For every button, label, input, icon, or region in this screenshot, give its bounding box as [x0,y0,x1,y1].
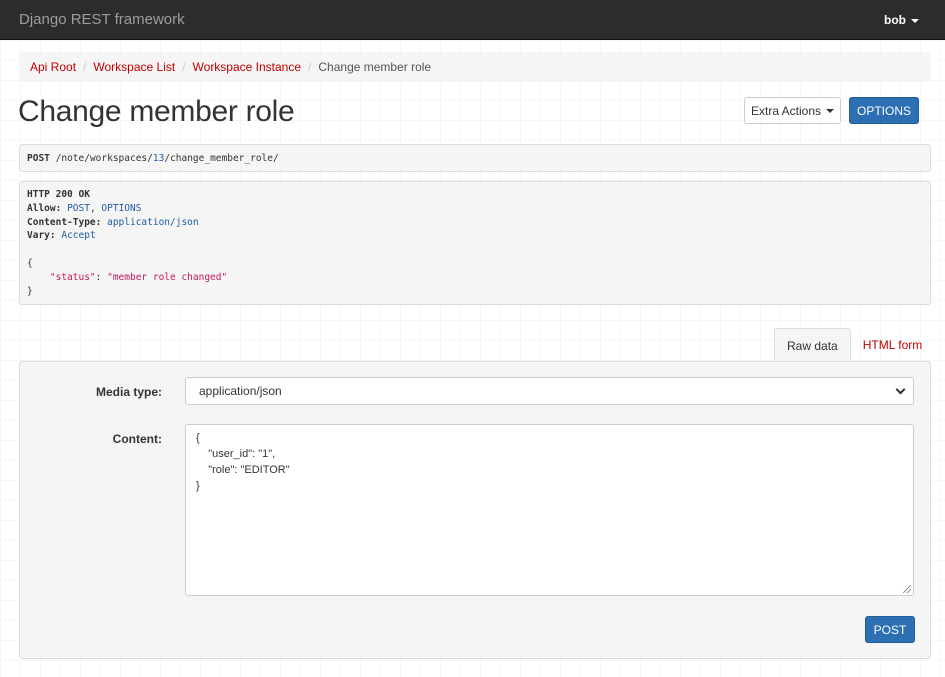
request-info: POST /note/workspaces/13/change_member_r… [19,144,931,172]
breadcrumb-api-root[interactable]: Api Root [30,60,76,74]
breadcrumb-separator: / [308,60,312,74]
breadcrumb-current: Change member role [318,60,432,74]
breadcrumb: Api Root / Workspace List / Workspace Instan… [19,52,931,82]
breadcrumb-workspace-instance[interactable]: Workspace Instance [193,60,302,74]
header-allow-key: Allow: [27,202,62,214]
json-close-brace: } [27,285,33,297]
chevron-down-icon [895,384,906,395]
extra-actions-button[interactable]: Extra Actions [744,97,841,124]
header-content-type-key: Content-Type: [27,216,102,228]
response-status: HTTP 200 OK [27,189,90,200]
header-vary-value: Accept [61,230,96,242]
resize-handle-icon[interactable] [903,585,911,593]
header-vary-key: Vary: [27,230,56,242]
breadcrumb-separator: / [182,60,186,74]
json-value-status: "member role changed" [107,271,228,283]
request-path-suffix: /change_member_role/ [164,153,279,164]
navbar: Django REST framework bob [0,0,945,40]
user-name: bob [884,13,906,27]
user-menu-dropdown[interactable]: bob [884,13,919,27]
raw-data-form: Media type: application/json Content: { … [19,361,931,659]
request-path-prefix: /note/workspaces/ [55,153,153,164]
page-title: Change member role [18,95,295,128]
caret-down-icon [911,18,919,23]
extra-actions-label: Extra Actions [750,103,822,118]
form-tabs: Raw data HTML form [774,328,935,363]
content-line: "user_id": "1", [196,448,276,460]
content-label: Content: [112,432,162,446]
request-method: POST [27,153,50,164]
json-colon: : [95,271,108,283]
tab-raw-data[interactable]: Raw data [774,328,851,363]
content-line: "role": "EDITOR" [196,464,290,476]
caret-down-icon [826,108,835,113]
json-key-status: "status" [49,271,96,283]
request-path-id: 13 [152,153,165,164]
post-button[interactable]: POST [865,616,915,643]
response-content: HTTP 200 OK Allow: POST, OPTIONS Content… [19,181,931,305]
options-button[interactable]: OPTIONS [849,97,919,124]
tab-html-form[interactable]: HTML form [851,328,935,362]
header-allow-post: POST [67,202,90,214]
header-allow-options: OPTIONS [101,202,142,214]
json-open-brace: { [27,257,33,269]
media-type-label: Media type: [95,385,162,399]
brand-link[interactable]: Django REST framework [19,11,185,28]
breadcrumb-workspace-list[interactable]: Workspace List [93,60,175,74]
media-type-value: application/json [199,384,282,398]
content-textarea[interactable]: { "user_id": "1", "role": "EDITOR" } [185,424,914,596]
content-line: } [196,480,200,492]
media-type-select[interactable]: application/json [185,377,914,405]
content-line: { [196,432,200,444]
header-content-type-value: application/json [107,216,199,228]
header-allow-sep: , [89,202,96,214]
breadcrumb-separator: / [83,60,87,74]
